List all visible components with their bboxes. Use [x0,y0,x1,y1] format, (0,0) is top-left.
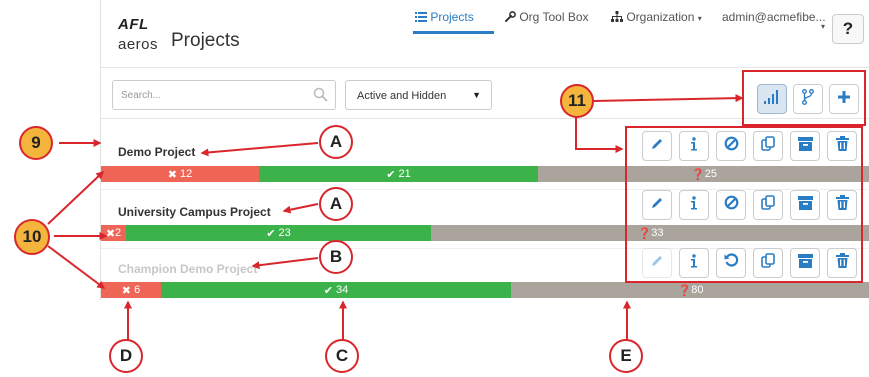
annotation-arrows [47,94,744,342]
callout-c: C [325,339,359,373]
callout-e: E [609,339,643,373]
callout-a: A [319,125,353,159]
callout-9: 9 [19,126,53,160]
callout-b: B [319,240,353,274]
callout-d: D [109,339,143,373]
callout-10: 10 [14,219,50,255]
callout-11: 11 [560,84,594,118]
callout-a: A [319,187,353,221]
